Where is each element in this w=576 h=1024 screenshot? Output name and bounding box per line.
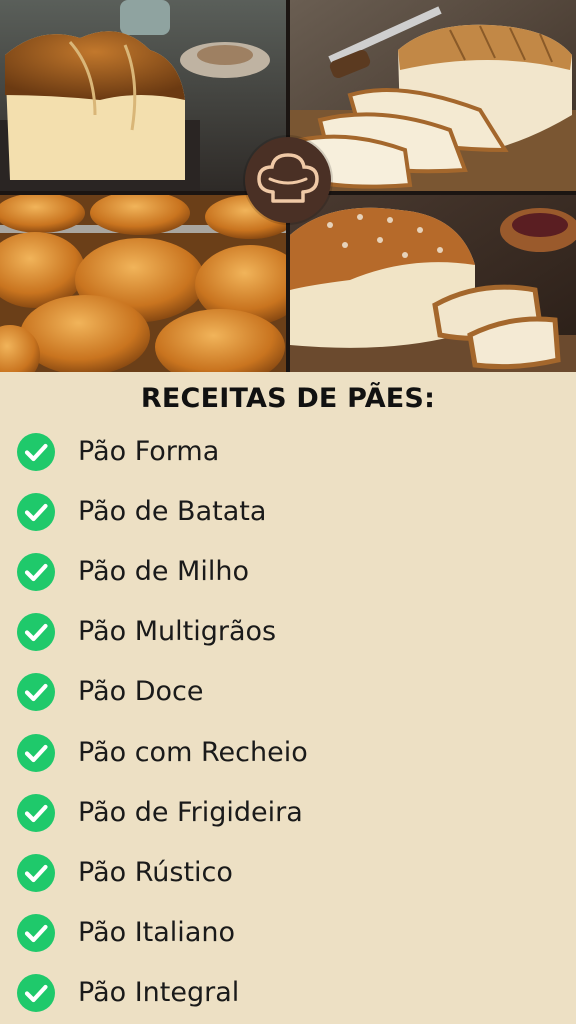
dinner-rolls-photo [0, 195, 286, 372]
recipe-label: Pão de Batata [78, 496, 267, 528]
list-item: Pão Rústico [0, 843, 576, 903]
list-item: Pão Multigrãos [0, 602, 576, 662]
photo-collage [0, 0, 576, 372]
recipe-label: Pão Integral [78, 976, 240, 1008]
recipe-label: Pão Italiano [78, 916, 235, 948]
check-circle-icon [17, 913, 55, 952]
check-circle-icon [17, 733, 55, 772]
sweet-braided-bread-photo [290, 195, 576, 372]
list-item: Pão Forma [0, 422, 576, 482]
list-item: Pão Italiano [0, 903, 576, 963]
list-item: Pão Integral [0, 963, 576, 1023]
list-item: Pão de Batata [0, 482, 576, 542]
recipe-label: Pão de Frigideira [78, 796, 303, 828]
check-circle-icon [17, 613, 55, 652]
check-circle-icon [17, 793, 55, 832]
check-circle-icon [17, 553, 55, 592]
recipe-label: Pão de Milho [78, 556, 249, 588]
check-circle-icon [17, 853, 55, 892]
list-item: Pão de Frigideira [0, 783, 576, 843]
list-item: Pão com Recheio [0, 723, 576, 783]
brioche-loaf-photo [0, 0, 286, 191]
list-item: Pão Doce [0, 662, 576, 722]
check-circle-icon [17, 973, 55, 1012]
page-title: RECEITAS DE PÃES: [140, 383, 436, 414]
recipe-label: Pão Rústico [78, 856, 233, 888]
recipe-label: Pão Doce [78, 676, 204, 708]
recipe-label: Pão Multigrãos [78, 616, 277, 648]
recipe-label: Pão Forma [78, 436, 220, 467]
check-circle-icon [17, 433, 55, 471]
chef-hat-icon [245, 137, 331, 223]
check-circle-icon [17, 673, 55, 712]
list-item: Pão de Milho [0, 542, 576, 602]
sliced-white-bread-photo [290, 0, 576, 191]
check-circle-icon [17, 493, 55, 532]
recipe-label: Pão com Recheio [78, 736, 308, 768]
